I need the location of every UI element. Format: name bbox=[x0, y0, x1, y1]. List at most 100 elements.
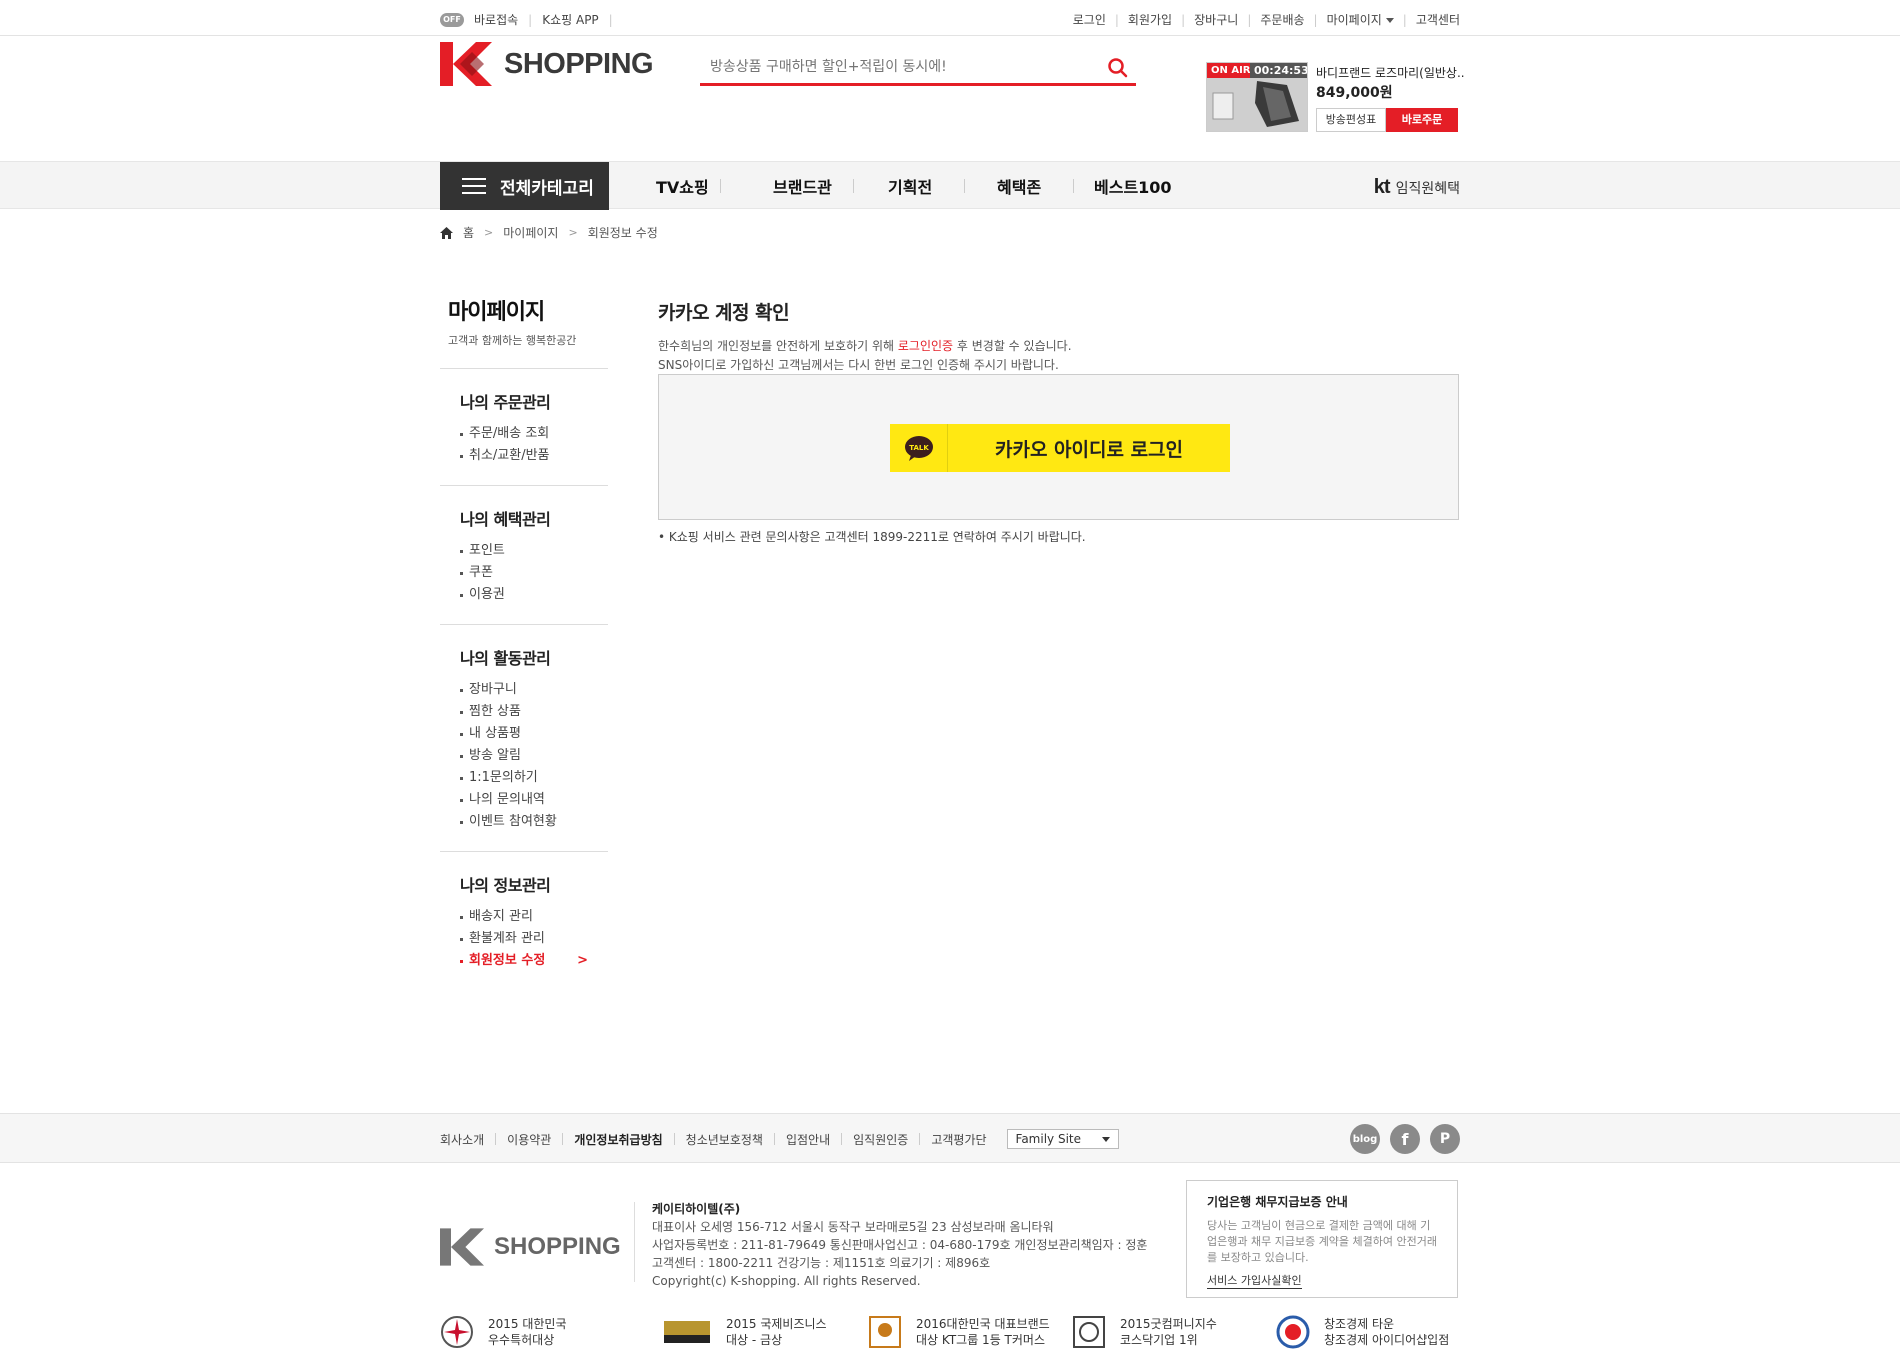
footer-link-company[interactable]: 회사소개 bbox=[440, 1131, 484, 1148]
main-content: 카카오 계정 확인 한수희님의 개인정보를 안전하게 보호하기 위해 로그인인증… bbox=[658, 298, 1459, 544]
brand-award-icon bbox=[869, 1316, 901, 1348]
kakao-talk-icon: TALK bbox=[890, 424, 948, 472]
chevron-down-icon bbox=[1385, 18, 1394, 23]
schedule-button[interactable]: 방송편성표 bbox=[1316, 108, 1386, 132]
all-category-button[interactable]: 전체카테고리 bbox=[440, 162, 609, 210]
award-item: 2016대한민국 대표브랜드 대상 KT그룹 1등 T커머스 bbox=[868, 1315, 1072, 1349]
home-icon[interactable] bbox=[440, 226, 453, 239]
award-item: 2015 국제비즈니스 대상 - 금상 bbox=[662, 1315, 868, 1349]
search-input[interactable] bbox=[710, 55, 1090, 79]
chevron-down-icon bbox=[1101, 1136, 1110, 1142]
award-item: 2015 대한민국 우수특허대상 bbox=[440, 1315, 662, 1349]
customer-center-link[interactable]: 고객센터 bbox=[1416, 11, 1460, 28]
awards-row: 2015 대한민국 우수특허대상 2015 국제비즈니스 대상 - 금상 2016대… bbox=[440, 1315, 1449, 1349]
sidebar-item-voucher[interactable]: 이용권 bbox=[460, 584, 608, 606]
mypage-dropdown[interactable]: 마이페이지 bbox=[1327, 11, 1394, 28]
company-info: 케이티하이텔(주) 대표이사 오세영 156-712 서울시 동작구 보라매로5… bbox=[652, 1202, 1148, 1288]
facebook-icon[interactable]: f bbox=[1390, 1124, 1420, 1154]
on-air-price: 849,000원 bbox=[1316, 85, 1393, 101]
shortcut-link[interactable]: 바로접속 bbox=[474, 11, 518, 28]
sidebar-item-broadcast-alarm[interactable]: 방송 알림 bbox=[460, 745, 608, 767]
footer-logo: SHOPPING bbox=[440, 1228, 621, 1266]
top-utility-bar: OFF 바로접속 | K쇼핑 APP | 로그인 | 회원가입 | 장바구니 | 주문… bbox=[0, 0, 1900, 36]
breadcrumb: 홈 > 마이페이지 > 회원정보 수정 bbox=[440, 224, 658, 241]
award-item: 창조경제 타운 창조경제 아이디어샵입점 bbox=[1276, 1315, 1449, 1349]
breadcrumb-home[interactable]: 홈 bbox=[463, 224, 474, 241]
bank-guarantee-box: 기업은행 채무지급보증 안내 당사는 고객님이 현금으로 결제한 금액에 대해 … bbox=[1186, 1180, 1458, 1298]
main-navigation: 전체카테고리 TV쇼핑 브랜드관 기획전 혜택존 베스트100 kt 임직원혜택 bbox=[0, 161, 1900, 210]
shortcut-toggle[interactable]: OFF bbox=[440, 12, 464, 27]
kt-logo: kt bbox=[1373, 176, 1391, 198]
sidebar-item-my-reviews[interactable]: 내 상품평 bbox=[460, 723, 608, 745]
stevie-award-icon bbox=[662, 1315, 712, 1349]
sidebar-item-inquiry-history[interactable]: 나의 문의내역 bbox=[460, 789, 608, 811]
order-delivery-link[interactable]: 주문배송 bbox=[1260, 11, 1304, 28]
sidebar-group-activity: 나의 활동관리 장바구니 찜한 상품 내 상품평 방송 알림 1:1문의하기 나… bbox=[440, 624, 608, 851]
chevron-right-icon: > bbox=[484, 226, 494, 239]
nav-best100[interactable]: 베스트100 bbox=[1094, 174, 1172, 198]
sidebar-item-wishlist[interactable]: 찜한 상품 bbox=[460, 701, 608, 723]
mypage-sidebar: 마이페이지 고객과 함께하는 행복한공간 나의 주문관리 주문/배송 조회 취소… bbox=[440, 294, 608, 990]
kt-employee-benefit-link[interactable]: kt 임직원혜택 bbox=[1374, 176, 1460, 199]
footer-navigation: 회사소개 이용약관 개인정보취급방침 청소년보호정책 입점안내 임직원인증 고객… bbox=[0, 1113, 1900, 1163]
sidebar-item-address[interactable]: 배송지 관리 bbox=[460, 906, 608, 928]
footer-link-youth[interactable]: 청소년보호정책 bbox=[686, 1131, 763, 1148]
footer-link-entry[interactable]: 입점안내 bbox=[786, 1131, 830, 1148]
footer-link-evaluation[interactable]: 고객평가단 bbox=[931, 1131, 986, 1148]
sidebar-item-event-participation[interactable]: 이벤트 참여현황 bbox=[460, 811, 608, 833]
svg-text:TALK: TALK bbox=[909, 444, 929, 452]
sidebar-item-coupon[interactable]: 쿠폰 bbox=[460, 562, 608, 584]
sidebar-item-point[interactable]: 포인트 bbox=[460, 540, 608, 562]
patent-award-icon bbox=[441, 1316, 473, 1348]
chevron-right-icon: > bbox=[568, 226, 578, 239]
sidebar-item-cart[interactable]: 장바구니 bbox=[460, 679, 608, 701]
on-air-timer: 00:24:53 bbox=[1250, 63, 1307, 78]
sidebar-item-inquiry[interactable]: 1:1문의하기 bbox=[460, 767, 608, 789]
on-air-widget: ON AIR 00:24:53 바디프랜드 로즈마리(일반상.. 849,000… bbox=[1206, 62, 1526, 134]
app-link[interactable]: K쇼핑 APP bbox=[542, 11, 598, 28]
k-shopping-logo[interactable]: SHOPPING bbox=[440, 42, 654, 86]
k-logo-icon bbox=[440, 1228, 484, 1266]
page-description: 한수희님의 개인정보를 안전하게 보호하기 위해 로그인인증 후 변경할 수 있… bbox=[658, 339, 1072, 372]
footer-link-terms[interactable]: 이용약관 bbox=[507, 1131, 551, 1148]
footer-link-employee[interactable]: 임직원인증 bbox=[853, 1131, 908, 1148]
on-air-badge: ON AIR bbox=[1207, 63, 1255, 78]
login-link[interactable]: 로그인 bbox=[1073, 11, 1106, 28]
kakao-login-button[interactable]: TALK 카카오 아이디로 로그인 bbox=[890, 424, 1230, 472]
on-air-thumbnail[interactable]: ON AIR 00:24:53 bbox=[1206, 62, 1308, 132]
award-item: 2015굿컴퍼니지수 코스닥기업 1위 bbox=[1072, 1315, 1276, 1349]
footer-link-privacy[interactable]: 개인정보취급방침 bbox=[574, 1131, 662, 1148]
creative-economy-icon bbox=[1276, 1315, 1310, 1349]
customer-center-note: • K쇼핑 서비스 관련 문의사항은 고객센터 1899-2211로 연락하여 … bbox=[658, 530, 1086, 544]
signup-link[interactable]: 회원가입 bbox=[1128, 11, 1172, 28]
blog-icon[interactable]: blog bbox=[1350, 1124, 1380, 1154]
breadcrumb-mypage[interactable]: 마이페이지 bbox=[503, 224, 558, 241]
good-company-icon bbox=[1073, 1316, 1105, 1348]
nav-promotion[interactable]: 기획전 bbox=[888, 174, 964, 198]
guarantee-confirm-link[interactable]: 서비스 가입사실확인 bbox=[1207, 1272, 1302, 1289]
nav-brand[interactable]: 브랜드관 bbox=[773, 174, 853, 198]
post-icon[interactable]: P bbox=[1430, 1124, 1460, 1154]
family-site-select[interactable]: Family Site bbox=[1006, 1129, 1119, 1149]
search-bar bbox=[700, 50, 1136, 86]
sidebar-title: 마이페이지 bbox=[448, 300, 545, 325]
nav-benefit-zone[interactable]: 혜택존 bbox=[997, 174, 1073, 198]
sidebar-group-order: 나의 주문관리 주문/배송 조회 취소/교환/반품 bbox=[440, 368, 608, 485]
sidebar-subtitle: 고객과 함께하는 행복한공간 bbox=[448, 334, 577, 347]
k-logo-icon bbox=[440, 42, 492, 86]
nav-tv-shopping[interactable]: TV쇼핑 bbox=[656, 174, 720, 198]
sidebar-item-cancel-return[interactable]: 취소/교환/반품 bbox=[460, 445, 608, 467]
cart-link[interactable]: 장바구니 bbox=[1194, 11, 1238, 28]
sidebar-group-info: 나의 정보관리 배송지 관리 환불계좌 관리 회원정보 수정 > bbox=[440, 851, 608, 990]
on-air-product-title[interactable]: 바디프랜드 로즈마리(일반상.. bbox=[1316, 64, 1466, 81]
search-icon[interactable] bbox=[1106, 56, 1130, 80]
breadcrumb-current: 회원정보 수정 bbox=[587, 226, 658, 240]
sidebar-item-order-delivery[interactable]: 주문/배송 조회 bbox=[460, 423, 608, 445]
sidebar-item-edit-member-info[interactable]: 회원정보 수정 > bbox=[460, 950, 608, 972]
sidebar-item-refund-account[interactable]: 환불계좌 관리 bbox=[460, 928, 608, 950]
hamburger-icon bbox=[462, 178, 486, 194]
page-title: 카카오 계정 확인 bbox=[658, 302, 790, 324]
buy-now-button[interactable]: 바로주문 bbox=[1386, 108, 1458, 132]
kakao-login-box: TALK 카카오 아이디로 로그인 bbox=[658, 374, 1459, 520]
chevron-right-icon: > bbox=[577, 953, 588, 968]
